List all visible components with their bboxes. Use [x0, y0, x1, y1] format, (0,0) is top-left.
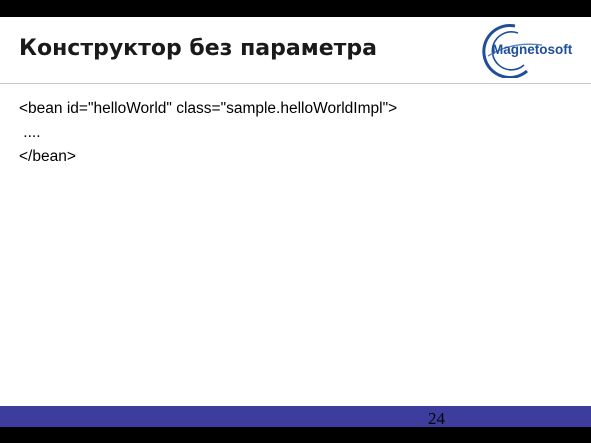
- slide-title: Конструктор без параметра: [19, 36, 377, 61]
- code-line-ellipsis: ....: [19, 124, 41, 141]
- footer-band: [0, 406, 591, 427]
- logo-text: Magnetosoft: [492, 42, 573, 57]
- top-bar: [0, 0, 591, 17]
- magnetosoft-logo-icon: Magnetosoft: [482, 23, 579, 79]
- page-number: 24: [428, 409, 445, 428]
- bottom-bar: [0, 427, 591, 443]
- title-divider: [0, 83, 591, 84]
- code-line-bean-close: </bean>: [19, 148, 76, 165]
- code-line-bean-open: <bean id="helloWorld" class="sample.hell…: [19, 100, 398, 117]
